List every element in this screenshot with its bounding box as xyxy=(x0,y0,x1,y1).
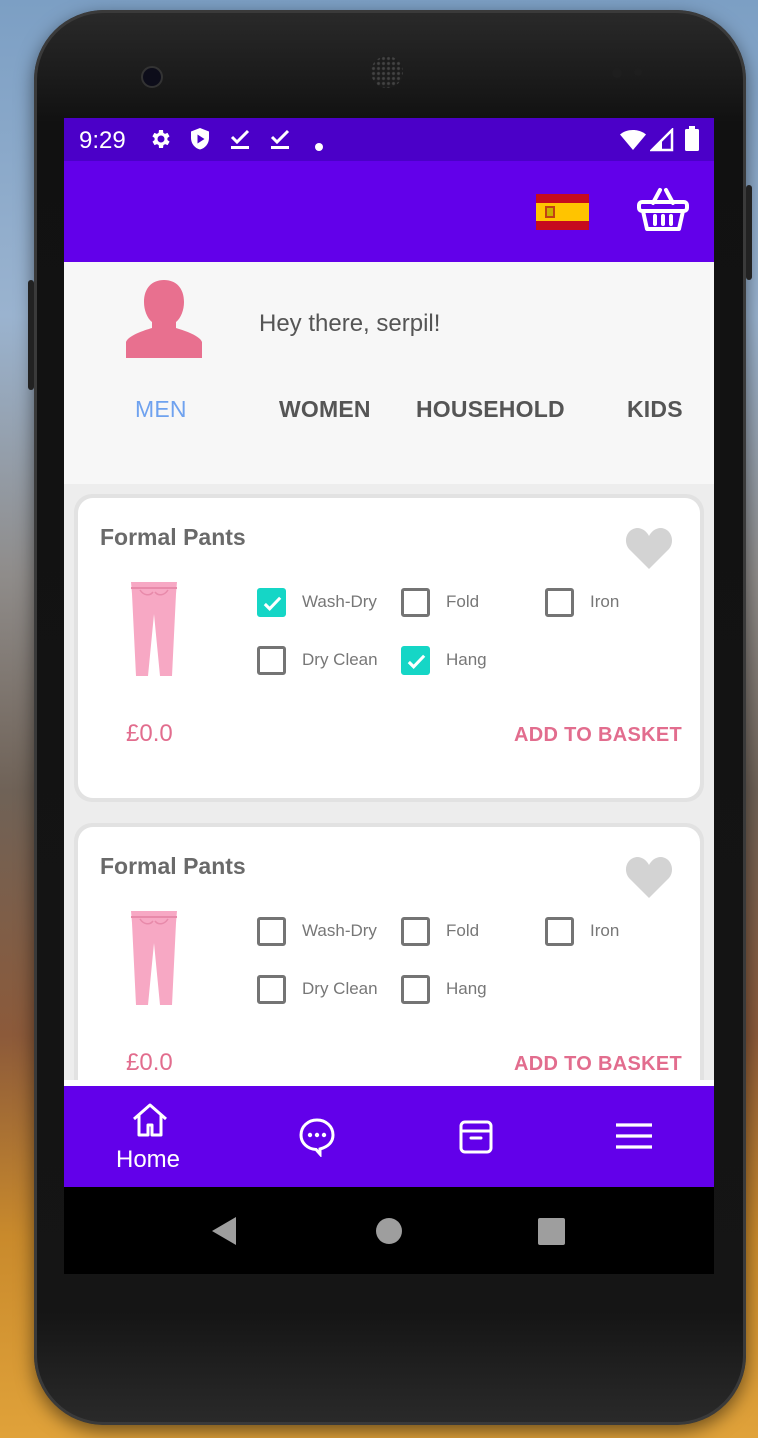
option-label: Hang xyxy=(446,650,487,669)
iron-checkbox[interactable] xyxy=(545,917,574,946)
option-label: Wash-Dry xyxy=(302,921,377,940)
back-icon[interactable] xyxy=(211,1216,237,1251)
option-iron[interactable]: Iron xyxy=(545,917,645,951)
option-fold[interactable]: Fold xyxy=(401,917,511,951)
option-dry-clean[interactable]: Dry Clean xyxy=(257,646,387,680)
option-wash-dry[interactable]: Wash-Dry xyxy=(257,917,387,951)
basket-icon[interactable] xyxy=(636,186,690,234)
tab-women[interactable]: WOMEN xyxy=(279,396,371,423)
iron-checkbox[interactable] xyxy=(545,588,574,617)
profile-header: Hey there, serpil! MEN WOMEN HOUSEHOLD K… xyxy=(64,262,714,484)
status-bar: 9:29 xyxy=(64,118,714,161)
home-icon xyxy=(131,1102,169,1143)
product-card: Formal Pants Wash-Dry Fold Iron Dry Clea… xyxy=(74,494,704,802)
recents-icon[interactable] xyxy=(538,1218,565,1250)
speaker-grille xyxy=(371,56,403,88)
fold-checkbox[interactable] xyxy=(401,917,430,946)
home-circle-icon[interactable] xyxy=(375,1217,403,1250)
shield-play-icon xyxy=(189,127,211,155)
avatar[interactable] xyxy=(124,278,204,360)
fold-checkbox[interactable] xyxy=(401,588,430,617)
volume-button xyxy=(28,280,34,390)
gear-icon xyxy=(148,127,172,155)
option-hang[interactable]: Hang xyxy=(401,646,511,680)
bottom-nav: Home xyxy=(64,1086,714,1187)
product-price: £0.0 xyxy=(126,720,173,747)
app-bar xyxy=(64,161,714,262)
product-card: Formal Pants Wash-Dry Fold Iron Dry Clea… xyxy=(74,823,704,1080)
archive-icon xyxy=(458,1119,494,1160)
download-done-icon xyxy=(269,127,291,155)
nav-menu[interactable] xyxy=(614,1086,654,1187)
option-dry-clean[interactable]: Dry Clean xyxy=(257,975,387,1009)
add-to-basket-button[interactable]: ADD TO BASKET xyxy=(514,1053,682,1076)
dry-clean-checkbox[interactable] xyxy=(257,646,286,675)
power-button xyxy=(746,185,752,280)
option-label: Fold xyxy=(446,921,480,940)
option-label: Iron xyxy=(590,921,620,940)
hang-checkbox[interactable] xyxy=(401,975,430,1004)
app-screen: 9:29 Hey there, serpil! MEN WOMEN HOUSEH… xyxy=(64,118,714,1274)
option-label: Hang xyxy=(446,979,487,998)
dot-icon xyxy=(314,134,324,156)
sensor-dot xyxy=(634,68,642,76)
favorite-heart-icon[interactable] xyxy=(625,526,673,570)
greeting-text: Hey there, serpil! xyxy=(259,310,441,337)
option-iron[interactable]: Iron xyxy=(545,588,645,622)
signal-icon xyxy=(648,126,674,156)
front-camera-icon xyxy=(141,66,163,88)
option-label: Fold xyxy=(446,592,480,611)
wifi-icon xyxy=(619,128,647,156)
product-price: £0.0 xyxy=(126,1049,173,1076)
pants-image xyxy=(128,580,180,678)
system-nav-bar xyxy=(64,1187,714,1274)
spain-flag-icon[interactable] xyxy=(536,194,589,230)
dry-clean-checkbox[interactable] xyxy=(257,975,286,1004)
status-time: 9:29 xyxy=(79,127,126,154)
option-label: Iron xyxy=(590,592,620,611)
chat-icon xyxy=(298,1117,336,1162)
tab-kids[interactable]: KIDS xyxy=(627,396,683,423)
hang-checkbox[interactable] xyxy=(401,646,430,675)
option-label: Wash-Dry xyxy=(302,592,377,611)
wash-dry-checkbox[interactable] xyxy=(257,588,286,617)
favorite-heart-icon[interactable] xyxy=(625,855,673,899)
nav-chat[interactable] xyxy=(296,1086,336,1187)
nav-home-label: Home xyxy=(116,1146,181,1173)
menu-icon xyxy=(615,1122,653,1155)
wash-dry-checkbox[interactable] xyxy=(257,917,286,946)
nav-orders[interactable] xyxy=(456,1086,496,1187)
sensor-dot xyxy=(612,68,622,78)
download-done-icon xyxy=(229,127,251,155)
product-list[interactable]: Formal Pants Wash-Dry Fold Iron Dry Clea… xyxy=(64,484,714,1080)
product-title: Formal Pants xyxy=(100,853,246,879)
add-to-basket-button[interactable]: ADD TO BASKET xyxy=(514,724,682,747)
tab-household[interactable]: HOUSEHOLD xyxy=(416,396,565,423)
option-wash-dry[interactable]: Wash-Dry xyxy=(257,588,387,622)
option-fold[interactable]: Fold xyxy=(401,588,511,622)
battery-icon xyxy=(684,126,700,156)
option-label: Dry Clean xyxy=(302,650,378,669)
product-title: Formal Pants xyxy=(100,524,246,550)
pants-image xyxy=(128,909,180,1007)
option-label: Dry Clean xyxy=(302,979,378,998)
tab-men[interactable]: MEN xyxy=(135,396,187,423)
nav-home[interactable]: Home xyxy=(104,1086,196,1187)
option-hang[interactable]: Hang xyxy=(401,975,511,1009)
